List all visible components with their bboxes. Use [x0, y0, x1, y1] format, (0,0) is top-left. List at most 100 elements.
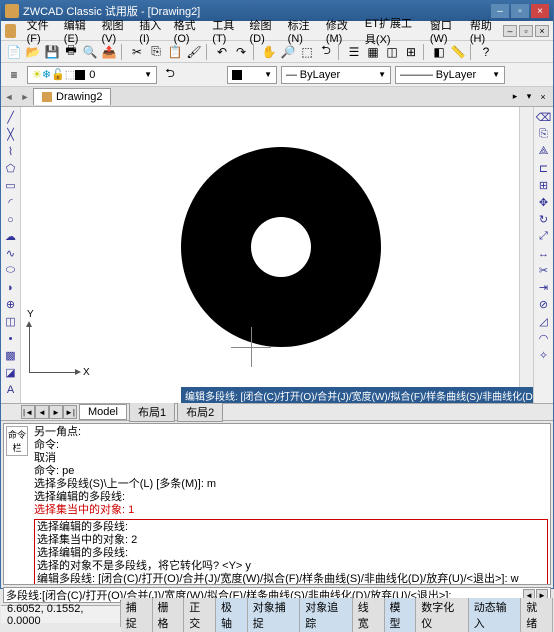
tablet-toggle[interactable]: 数字化仪 [416, 598, 469, 632]
vertical-scrollbar[interactable] [519, 107, 533, 387]
snap-toggle[interactable]: 捕捉 [121, 598, 153, 632]
layout2-tab[interactable]: 布局2 [177, 402, 223, 422]
status-bar: 6.6052, 0.1552, 0.0000 捕捉 栅格 正交 极轴 对象捕捉 … [1, 605, 553, 623]
tab-last-button[interactable]: ►| [63, 405, 77, 419]
grid-toggle[interactable]: 栅格 [153, 598, 185, 632]
tab-next-button[interactable]: ► [49, 405, 63, 419]
redo-icon[interactable]: ↷ [232, 43, 250, 61]
maximize-button[interactable]: ▫ [511, 4, 529, 18]
design-icon[interactable]: ▦ [364, 43, 382, 61]
zoom-rt-icon[interactable]: 🔎 [279, 43, 297, 61]
ortho-toggle[interactable]: 正交 [184, 598, 216, 632]
line-tool[interactable]: ╱ [2, 109, 20, 126]
tab-next-button[interactable]: ► [17, 89, 33, 105]
spline-tool[interactable]: ∿ [2, 245, 20, 262]
doc-minimize-button[interactable]: – [503, 25, 517, 37]
cmd-handle[interactable]: 命令栏 [6, 426, 28, 456]
document-tab[interactable]: Drawing2 [33, 88, 111, 105]
block-icon[interactable]: ◧ [430, 43, 448, 61]
color-dropdown[interactable]: ▼ [227, 66, 277, 84]
ellipse-tool[interactable]: ⬭ [2, 262, 20, 279]
open-icon[interactable]: 📂 [24, 43, 42, 61]
copy-icon[interactable]: ⎘ [147, 43, 165, 61]
tool-icon[interactable]: ◫ [383, 43, 401, 61]
doc-close-button[interactable]: × [535, 25, 549, 37]
close-button[interactable]: × [531, 4, 549, 18]
linetype-dropdown[interactable]: — ByLayer ▼ [281, 66, 391, 84]
tab-prev-button[interactable]: ◄ [35, 405, 49, 419]
chamfer-tool[interactable]: ◿ [535, 313, 553, 330]
zoom-win-icon[interactable]: ⬚ [298, 43, 316, 61]
pan-icon[interactable]: ✋ [260, 43, 278, 61]
model-tab[interactable]: Model [79, 404, 127, 420]
undo-icon[interactable]: ↶ [213, 43, 231, 61]
lwt-toggle[interactable]: 线宽 [353, 598, 385, 632]
arc-tool[interactable]: ◜ [2, 194, 20, 211]
help-icon[interactable]: ? [477, 43, 495, 61]
block-tool[interactable]: ◫ [2, 313, 20, 330]
paste-icon[interactable]: 📋 [166, 43, 184, 61]
otrack-toggle[interactable]: 对象追踪 [300, 598, 353, 632]
mirror-tool[interactable]: ⟁ [535, 143, 553, 160]
array-tool[interactable]: ⊞ [535, 177, 553, 194]
doc-restore-button[interactable]: ▫ [519, 25, 533, 37]
layer-color-swatch [75, 70, 85, 80]
cut-icon[interactable]: ✂ [128, 43, 146, 61]
rotate-tool[interactable]: ↻ [535, 211, 553, 228]
osnap-toggle[interactable]: 对象捕捉 [248, 598, 301, 632]
rect-tool[interactable]: ▭ [2, 177, 20, 194]
lineweight-dropdown[interactable]: ——— ByLayer ▼ [395, 66, 505, 84]
trim-tool[interactable]: ✂ [535, 262, 553, 279]
fillet-tool[interactable]: ◠ [535, 330, 553, 347]
drawing-canvas[interactable]: Y X 编辑多段线: [闭合(C)/打开(O)/合并(J)/宽度(W)/拟合(F… [21, 107, 533, 403]
point-tool[interactable]: • [2, 330, 20, 347]
circle-tool[interactable]: ○ [2, 211, 20, 228]
explode-tool[interactable]: ✧ [535, 347, 553, 364]
layer-dropdown[interactable]: ☀❄🔓⬚ 0 ▼ [27, 66, 157, 84]
tab-prev-button[interactable]: ◄ [1, 89, 17, 105]
chevron-down-icon: ▼ [264, 70, 272, 79]
region-tool[interactable]: ◪ [2, 364, 20, 381]
coordinates[interactable]: 6.6052, 0.1552, 0.0000 [1, 603, 121, 627]
calc-icon[interactable]: ⊞ [402, 43, 420, 61]
revcloud-tool[interactable]: ☁ [2, 228, 20, 245]
text-tool[interactable]: A [2, 381, 20, 398]
dist-icon[interactable]: 📏 [449, 43, 467, 61]
match-icon[interactable]: 🖌 [185, 43, 203, 61]
tab-menu-button[interactable]: ▸ [509, 91, 521, 103]
break-tool[interactable]: ⊘ [535, 296, 553, 313]
ellipsearc-tool[interactable]: ◗ [2, 279, 20, 296]
tab-close-button[interactable]: × [537, 91, 549, 103]
polygon-tool[interactable]: ⬠ [2, 160, 20, 177]
model-toggle[interactable]: 模型 [385, 598, 417, 632]
publish-icon[interactable]: 📤 [100, 43, 118, 61]
save-icon[interactable]: 💾 [43, 43, 61, 61]
tab-dropdown-button[interactable]: ▾ [523, 91, 535, 103]
stretch-tool[interactable]: ↔ [535, 245, 553, 262]
scale-tool[interactable]: ⤢ [535, 228, 553, 245]
layer-mgr-icon[interactable]: ≡ [5, 66, 23, 84]
move-tool[interactable]: ✥ [535, 194, 553, 211]
layout1-tab[interactable]: 布局1 [129, 402, 175, 422]
offset-tool[interactable]: ⊏ [535, 160, 553, 177]
lineweight-value: ByLayer [436, 69, 476, 81]
zoom-prev-icon[interactable]: ⮌ [317, 43, 335, 61]
print-icon[interactable]: 🖶 [62, 43, 80, 61]
hatch-tool[interactable]: ▩ [2, 347, 20, 364]
erase-tool[interactable]: ⌫ [535, 109, 553, 126]
layer-prev-icon[interactable]: ⮌ [161, 66, 179, 84]
chevron-down-icon: ▼ [378, 70, 386, 79]
command-history[interactable]: 命令栏 另一角点: 命令: 取消 命令: pe 选择多段线(S)\上一个(L) … [3, 423, 551, 585]
new-icon[interactable]: 📄 [5, 43, 23, 61]
polar-toggle[interactable]: 极轴 [216, 598, 248, 632]
tab-first-button[interactable]: |◄ [21, 405, 35, 419]
insert-tool[interactable]: ⊕ [2, 296, 20, 313]
extend-tool[interactable]: ⇥ [535, 279, 553, 296]
copy-tool[interactable]: ⎘ [535, 126, 553, 143]
dyn-toggle[interactable]: 动态输入 [469, 598, 522, 632]
props-icon[interactable]: ☰ [345, 43, 363, 61]
xline-tool[interactable]: ╳ [2, 126, 20, 143]
preview-icon[interactable]: 🔍 [81, 43, 99, 61]
right-toolbar: ⌫ ⎘ ⟁ ⊏ ⊞ ✥ ↻ ⤢ ↔ ✂ ⇥ ⊘ ◿ ◠ ✧ [533, 107, 553, 403]
pline-tool[interactable]: ⌇ [2, 143, 20, 160]
